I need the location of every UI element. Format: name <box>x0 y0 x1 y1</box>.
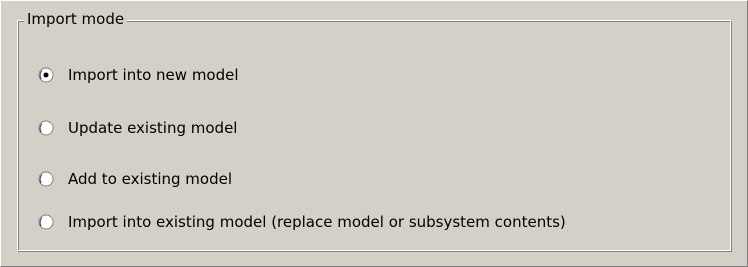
import-mode-title: Import mode <box>24 9 128 29</box>
radio-option-import-into-existing-model[interactable]: Import into existing model (replace mode… <box>38 211 566 233</box>
radio-option-update-existing-model[interactable]: Update existing model <box>38 117 237 139</box>
radio-option-label: Import into new model <box>68 66 239 84</box>
radio-checked-icon[interactable] <box>38 67 54 83</box>
radio-option-label: Update existing model <box>68 119 238 137</box>
radio-option-label: Import into existing model (replace mode… <box>68 213 566 231</box>
radio-unchecked-icon[interactable] <box>38 120 54 136</box>
radio-unchecked-icon[interactable] <box>38 214 54 230</box>
radio-option-add-to-existing-model[interactable]: Add to existing model <box>38 168 232 190</box>
radio-option-label: Add to existing model <box>68 170 233 188</box>
radio-option-import-into-new-model[interactable]: Import into new model <box>38 64 239 86</box>
radio-unchecked-icon[interactable] <box>38 171 54 187</box>
